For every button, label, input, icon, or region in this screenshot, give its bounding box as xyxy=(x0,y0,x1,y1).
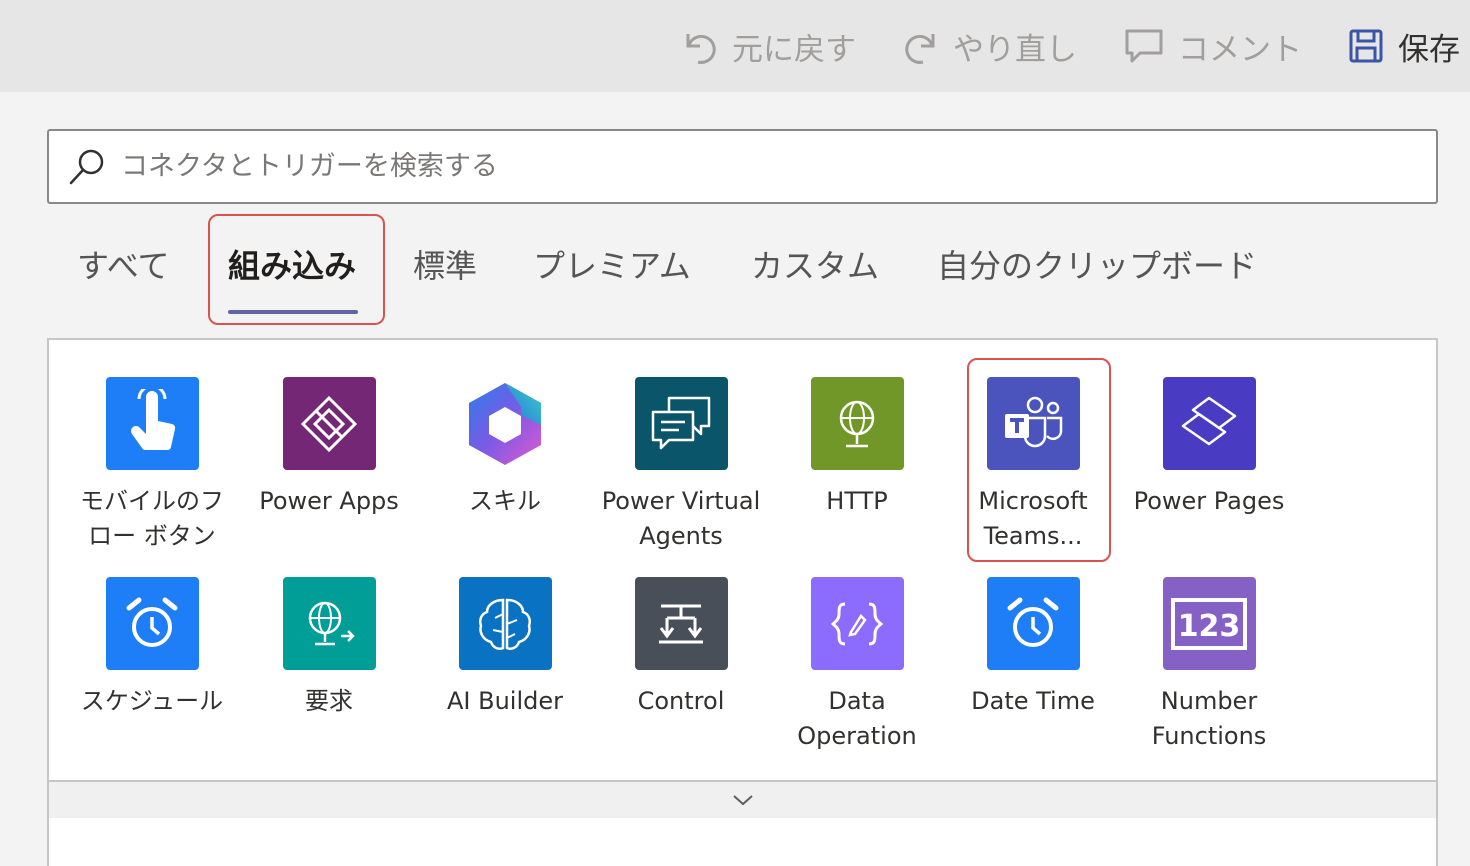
tab-my-clipboard[interactable]: 自分のクリップボード xyxy=(937,238,1257,290)
svg-text:123: 123 xyxy=(1178,609,1241,644)
teams-icon xyxy=(986,377,1080,470)
chevron-down-icon xyxy=(732,795,753,806)
connector-label: スキル xyxy=(469,487,541,515)
save-label: 保存 xyxy=(1398,31,1460,68)
power-pages-icon xyxy=(1162,377,1256,470)
connector-label: 要求 xyxy=(305,687,353,715)
connector-power-apps[interactable]: Power Apps xyxy=(241,377,417,519)
connector-label: モバイルのフ ロー ボタン xyxy=(80,487,224,550)
top-toolbar: 元に戻す やり直し コメント 保存 xyxy=(0,0,1470,92)
connector-http[interactable]: HTTP xyxy=(769,377,945,519)
redo-button[interactable]: やり直し xyxy=(903,22,1077,70)
connector-label: AI Builder xyxy=(446,687,563,715)
curly-braces-icon xyxy=(810,577,904,670)
connector-microsoft-teams[interactable]: Microsoft Teams... xyxy=(945,377,1121,554)
tab-standard[interactable]: 標準 xyxy=(413,238,477,290)
connector-schedule[interactable]: スケジュール xyxy=(64,577,240,719)
save-icon xyxy=(1349,29,1383,63)
undo-label: 元に戻す xyxy=(732,31,856,68)
connector-number-functions[interactable]: 123 Number Functions xyxy=(1121,577,1297,754)
tab-built-in[interactable]: 組み込み xyxy=(228,238,356,290)
connector-ai-builder[interactable]: AI Builder xyxy=(417,577,593,719)
undo-icon xyxy=(686,34,716,64)
redo-label: やり直し xyxy=(953,31,1077,68)
tab-premium[interactable]: プレミアム xyxy=(533,238,691,290)
connector-request[interactable]: 要求 xyxy=(241,577,417,719)
tab-all[interactable]: すべて xyxy=(77,238,169,290)
selected-tab-underline xyxy=(228,310,358,314)
control-icon xyxy=(634,577,728,670)
comment-label: コメント xyxy=(1178,31,1302,68)
globe-icon xyxy=(810,377,904,470)
connector-data-operation[interactable]: Data Operation xyxy=(769,577,945,754)
connector-label: スケジュール xyxy=(80,687,224,715)
connector-control[interactable]: Control xyxy=(593,577,769,719)
undo-button[interactable]: 元に戻す xyxy=(682,22,856,70)
redo-icon xyxy=(905,34,935,64)
connector-search-box xyxy=(47,129,1438,204)
comment-icon xyxy=(1125,29,1163,63)
connector-mobile-flow-button[interactable]: モバイルのフ ロー ボタン xyxy=(64,377,240,554)
alarm-clock-icon xyxy=(105,577,199,670)
power-apps-icon xyxy=(282,377,376,470)
connector-power-pages[interactable]: Power Pages xyxy=(1121,377,1297,519)
chat-bubbles-icon xyxy=(634,377,728,470)
search-input[interactable] xyxy=(121,151,1321,182)
save-button[interactable]: 保存 xyxy=(1348,22,1460,70)
tab-custom[interactable]: カスタム xyxy=(751,238,879,290)
connector-label: Microsoft Teams... xyxy=(978,487,1088,550)
copilot-skills-icon xyxy=(459,377,552,470)
connector-label: Control xyxy=(637,687,725,715)
connector-label: Power Virtual Agents xyxy=(601,487,761,550)
globe-request-icon xyxy=(282,577,376,670)
number-123-icon: 123 xyxy=(1162,577,1256,670)
connector-label: Data Operation xyxy=(797,687,917,750)
search-icon xyxy=(69,149,104,184)
lower-panel xyxy=(47,818,1438,866)
connector-label: HTTP xyxy=(826,487,888,515)
connector-skills[interactable]: スキル xyxy=(417,377,593,519)
connector-date-time[interactable]: Date Time xyxy=(945,577,1121,719)
expand-more-button[interactable] xyxy=(47,780,1438,820)
connector-power-virtual-agents[interactable]: Power Virtual Agents xyxy=(593,377,769,554)
connector-label: Date Time xyxy=(971,687,1095,715)
touch-icon xyxy=(105,377,199,470)
comment-button[interactable]: コメント xyxy=(1124,22,1302,70)
connector-label: Power Pages xyxy=(1133,487,1285,515)
connector-label: Power Apps xyxy=(259,487,399,515)
alarm-clock-icon xyxy=(986,577,1080,670)
brain-icon xyxy=(458,577,552,670)
connector-label: Number Functions xyxy=(1151,687,1267,750)
